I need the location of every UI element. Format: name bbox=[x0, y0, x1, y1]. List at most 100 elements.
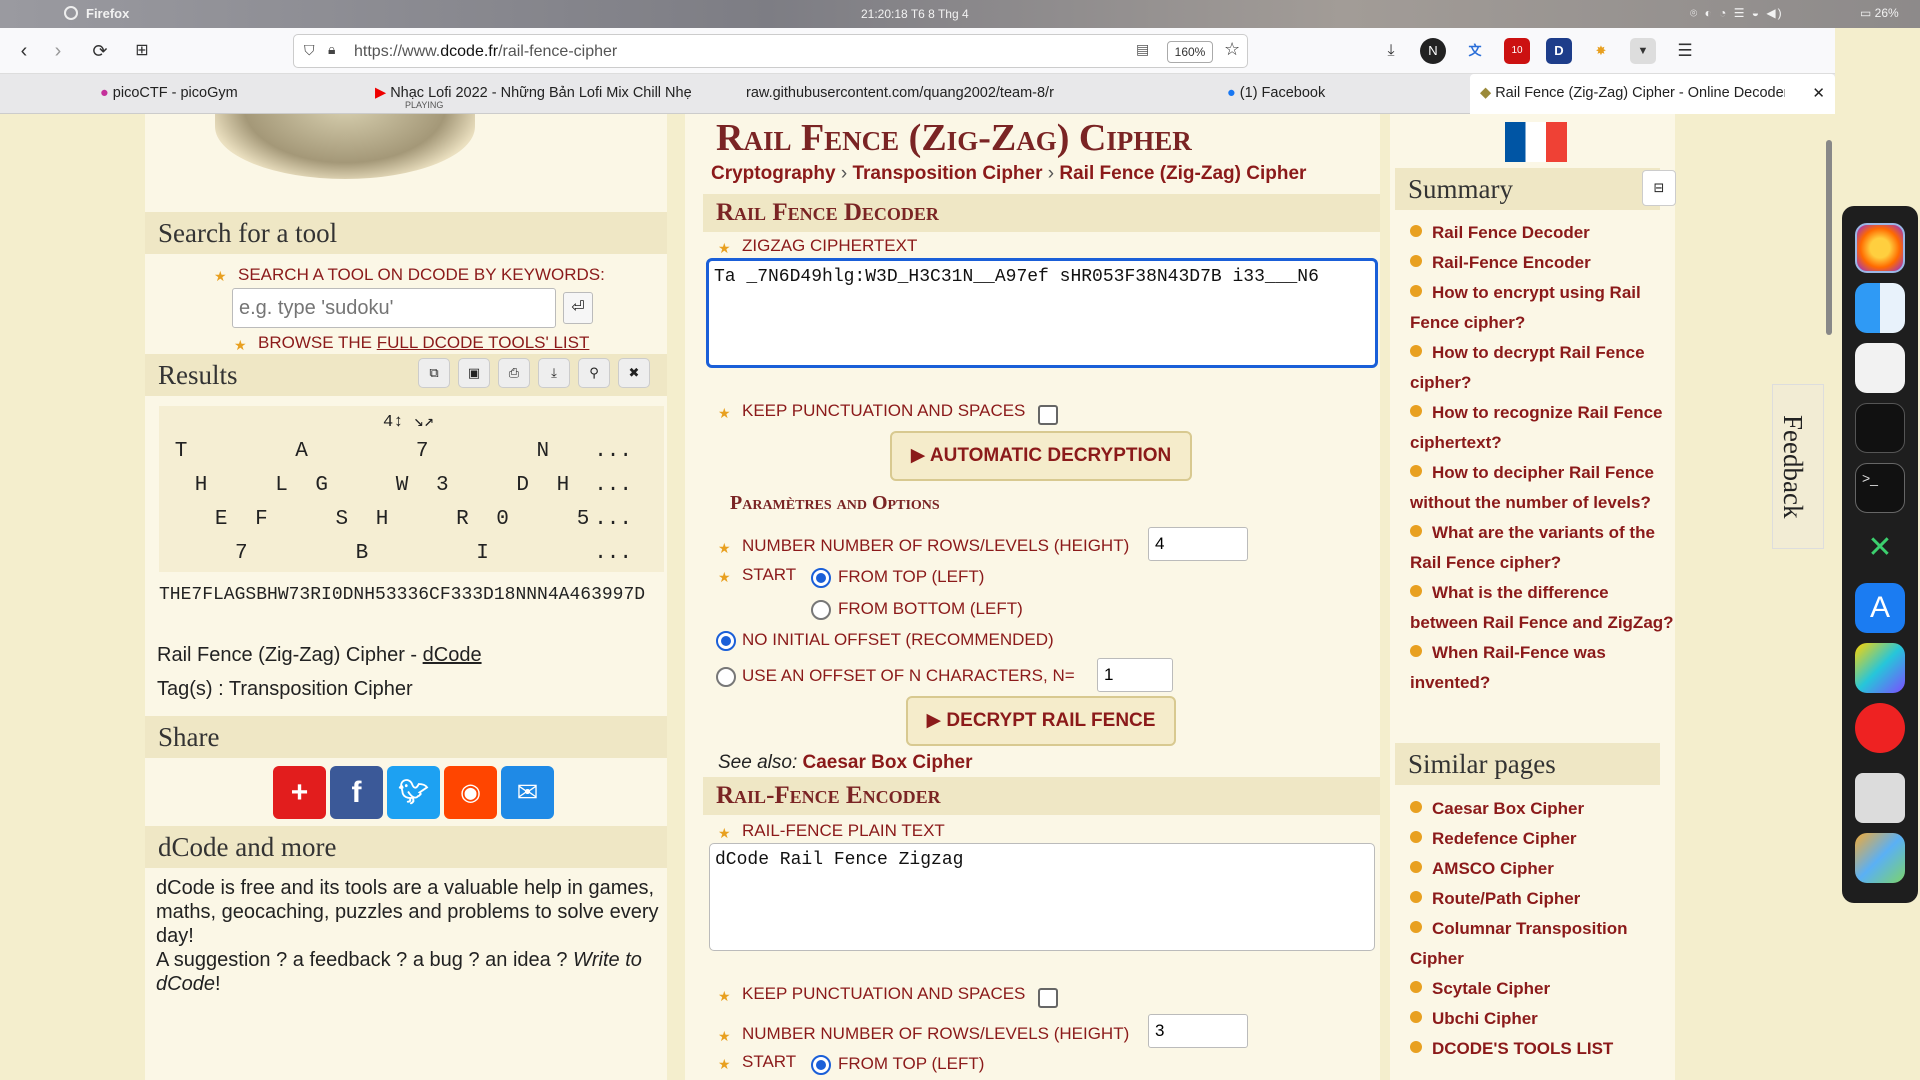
translate-extension-icon[interactable]: 文 bbox=[1462, 38, 1488, 64]
search-input[interactable] bbox=[232, 288, 556, 328]
url-bar[interactable]: ⛉ 🔒︎ https://www.dcode.fr/rail-fence-cip… bbox=[293, 34, 1248, 68]
enc-from-top-radio[interactable] bbox=[811, 1055, 831, 1075]
similar-item[interactable]: Route/Path Cipher bbox=[1410, 884, 1675, 914]
collapse-summary-icon[interactable]: ⊟ bbox=[1642, 170, 1676, 206]
feedback-tab[interactable]: Feedback bbox=[1772, 384, 1824, 549]
close-tab-icon[interactable]: ✕ bbox=[1812, 84, 1825, 102]
enc-keep-punctuation-checkbox[interactable] bbox=[1038, 988, 1058, 1008]
launchpad-dock-icon[interactable] bbox=[1855, 833, 1905, 883]
extension-d-icon[interactable]: D bbox=[1546, 38, 1572, 64]
breadcrumb-transposition[interactable]: Transposition Cipher bbox=[852, 163, 1042, 184]
french-flag-icon[interactable] bbox=[1505, 122, 1567, 162]
vscode-dock-icon[interactable]: ✕ bbox=[1855, 523, 1905, 573]
summary-item[interactable]: How to encrypt using Rail Fence cipher? bbox=[1410, 278, 1675, 338]
summary-item[interactable]: What are the variants of the Rail Fence … bbox=[1410, 518, 1675, 578]
reader-view-icon[interactable]: ▤ bbox=[1136, 41, 1149, 58]
lock-icon[interactable]: 🔒︎ bbox=[328, 41, 335, 58]
shield-icon[interactable]: ⛉ bbox=[304, 42, 315, 59]
rail-direction-toggle[interactable]: 4↕ ↘↗ bbox=[383, 411, 434, 432]
red-app-dock-icon[interactable] bbox=[1855, 703, 1905, 753]
reload-button[interactable]: ⟳ bbox=[86, 37, 114, 65]
trash-dock-icon[interactable] bbox=[1855, 773, 1905, 823]
automatic-decryption-button[interactable]: ▶ AUTOMATIC DECRYPTION bbox=[890, 431, 1192, 481]
print-icon[interactable]: ⎙ bbox=[498, 358, 530, 388]
email-share-icon[interactable]: ✉ bbox=[501, 766, 554, 819]
app-name[interactable]: Firefox bbox=[86, 6, 129, 21]
similar-item[interactable]: DCODE'S TOOLS LIST bbox=[1410, 1034, 1675, 1064]
copy-icon[interactable]: ⧉ bbox=[418, 358, 450, 388]
hamburger-menu-icon[interactable]: ☰ bbox=[1672, 38, 1698, 64]
summary-item[interactable]: Rail-Fence Encoder bbox=[1410, 248, 1675, 278]
pin-icon[interactable]: ⚲ bbox=[578, 358, 610, 388]
decrypt-rail-fence-button[interactable]: ▶ DECRYPT RAIL FENCE bbox=[906, 696, 1176, 746]
back-button[interactable]: ‹ bbox=[10, 37, 38, 65]
forward-button[interactable]: › bbox=[44, 37, 72, 65]
tab-dcode-active[interactable]: ◆ Rail Fence (Zig-Zag) Cipher - Online D… bbox=[1470, 74, 1835, 114]
ublock-extension-icon[interactable]: 10 bbox=[1504, 38, 1530, 64]
summary-item[interactable]: How to decrypt Rail Fence cipher? bbox=[1410, 338, 1675, 398]
dcode-link[interactable]: dCode bbox=[423, 644, 482, 666]
from-top-radio[interactable] bbox=[811, 568, 831, 588]
rail-char: E bbox=[214, 508, 228, 531]
zoom-level[interactable]: 160% bbox=[1167, 41, 1213, 63]
extension-n-icon[interactable]: N bbox=[1420, 38, 1446, 64]
tab-youtube[interactable]: ▶ Nhạc Lofi 2022 - Những Bản Lofi Mix Ch… bbox=[375, 74, 720, 114]
similar-item[interactable]: Ubchi Cipher bbox=[1410, 1004, 1675, 1034]
rail-char: R bbox=[456, 508, 469, 531]
new-tab-button[interactable]: ⊞ bbox=[128, 37, 156, 65]
similar-item[interactable]: Redefence Cipher bbox=[1410, 824, 1675, 854]
summary-item[interactable]: When Rail-Fence was invented? bbox=[1410, 638, 1675, 698]
breadcrumb-cryptography[interactable]: Cryptography bbox=[711, 163, 836, 184]
summary-item[interactable]: Rail Fence Decoder bbox=[1410, 218, 1675, 248]
full-tools-list-link[interactable]: FULL DCODE TOOLS' LIST bbox=[377, 333, 590, 352]
tab-facebook[interactable]: ● (1) Facebook bbox=[1227, 74, 1457, 114]
color-extension-icon[interactable]: ✸ bbox=[1588, 38, 1614, 64]
keep-punctuation-checkbox[interactable] bbox=[1038, 405, 1058, 425]
no-offset-radio[interactable] bbox=[716, 631, 736, 651]
tab-github-raw[interactable]: raw.githubusercontent.com/quang2002/team… bbox=[746, 74, 1086, 114]
breadcrumb-rail-fence[interactable]: Rail Fence (Zig-Zag) Cipher bbox=[1059, 163, 1306, 184]
close-results-icon[interactable]: ✖ bbox=[618, 358, 650, 388]
similar-item[interactable]: Caesar Box Cipher bbox=[1410, 794, 1675, 824]
bookmark-star-icon[interactable]: ☆ bbox=[1224, 39, 1240, 60]
summary-item[interactable]: What is the difference between Rail Fenc… bbox=[1410, 578, 1675, 638]
facebook-share-icon[interactable]: f bbox=[330, 766, 383, 819]
firefox-dock-icon[interactable] bbox=[1855, 223, 1905, 273]
download-icon[interactable]: ⤓ bbox=[538, 358, 570, 388]
plaintext-textarea[interactable] bbox=[709, 843, 1375, 951]
enc-rows-input[interactable] bbox=[1148, 1014, 1248, 1048]
finder-dock-icon[interactable] bbox=[1855, 283, 1905, 333]
terminal-dock-icon[interactable]: >_ bbox=[1855, 463, 1905, 513]
battery-indicator[interactable]: ▭ 26% bbox=[1860, 6, 1899, 20]
tray-icons[interactable]: ⌾ ◐ ◔ ☰ ◒ ◀) bbox=[1690, 6, 1784, 21]
screenshot-icon[interactable]: ▣ bbox=[458, 358, 490, 388]
dcode-about-text: dCode is free and its tools are a valuab… bbox=[156, 877, 659, 995]
ciphertext-textarea[interactable] bbox=[706, 258, 1378, 368]
use-offset-radio[interactable] bbox=[716, 667, 736, 687]
bullet-icon bbox=[1410, 585, 1422, 597]
textedit-dock-icon[interactable] bbox=[1855, 343, 1905, 393]
offset-input[interactable] bbox=[1097, 658, 1173, 692]
tab-picoctf[interactable]: ● picoCTF - picoGym bbox=[100, 74, 360, 114]
activity-monitor-dock-icon[interactable] bbox=[1855, 403, 1905, 453]
twitter-share-icon[interactable]: 🐦︎ bbox=[387, 766, 440, 819]
downloads-icon[interactable]: ⤓ bbox=[1378, 38, 1404, 64]
reddit-share-icon[interactable]: ◉ bbox=[444, 766, 497, 819]
page-scrollbar[interactable] bbox=[1826, 140, 1832, 335]
addthis-share-icon[interactable]: + bbox=[273, 766, 326, 819]
similar-item[interactable]: AMSCO Cipher bbox=[1410, 854, 1675, 884]
decrypted-result-text[interactable]: THE7FLAGSBHW73RI0DNH53336CF333D18NNN4A46… bbox=[159, 582, 669, 608]
clock[interactable]: 21:20:18 T6 8 Thg 4 bbox=[861, 7, 969, 21]
summary-item[interactable]: How to recognize Rail Fence ciphertext? bbox=[1410, 398, 1675, 458]
app-store-dock-icon[interactable]: A bbox=[1855, 583, 1905, 633]
caesar-box-link[interactable]: Caesar Box Cipher bbox=[803, 752, 973, 773]
summary-item[interactable]: How to decipher Rail Fence without the n… bbox=[1410, 458, 1675, 518]
search-submit-icon[interactable]: ⏎ bbox=[563, 292, 593, 324]
similar-item[interactable]: Columnar Transposition Cipher bbox=[1410, 914, 1675, 974]
extensions-menu-chevron-icon[interactable]: ▼ bbox=[1630, 38, 1656, 64]
url-text[interactable]: https://www.dcode.fr/rail-fence-cipher bbox=[354, 43, 617, 61]
rows-input[interactable] bbox=[1148, 527, 1248, 561]
similar-item[interactable]: Scytale Cipher bbox=[1410, 974, 1675, 1004]
cube-app-dock-icon[interactable] bbox=[1855, 643, 1905, 693]
from-bottom-radio[interactable] bbox=[811, 600, 831, 620]
